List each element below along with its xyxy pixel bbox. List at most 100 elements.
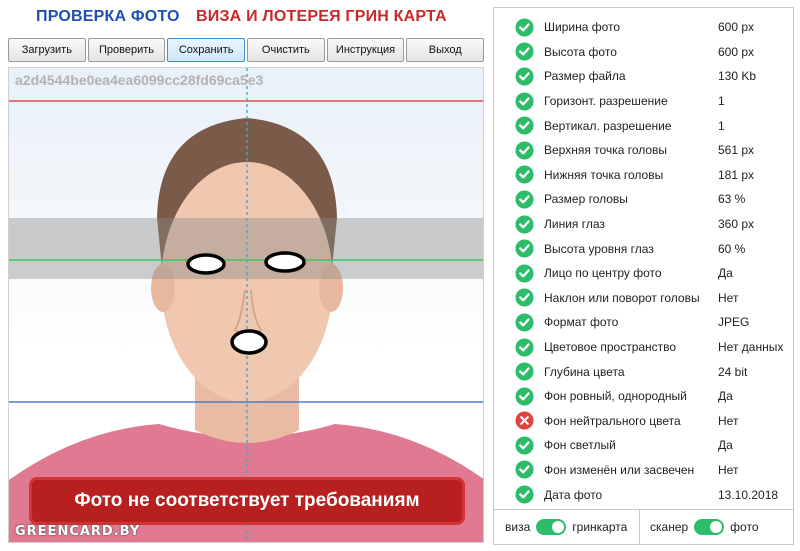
check-row: Цветовое пространство Нет данных [494, 335, 793, 360]
check-label: Размер головы [544, 192, 628, 207]
check-value: 60 % [718, 241, 746, 256]
source-toggle[interactable] [694, 519, 725, 535]
toggle-knob [710, 521, 723, 533]
check-row: Лицо по центру фото Да [494, 261, 793, 286]
check-label: Нижняя точка головы [544, 167, 664, 182]
check-circle-icon [515, 215, 534, 234]
face-photo [9, 68, 483, 542]
check-row: Нижняя точка головы 181 px [494, 163, 793, 188]
check-label: Фон ровный, однородный [544, 389, 687, 404]
check-value: 561 px [718, 143, 755, 158]
check-circle-icon [515, 18, 534, 37]
load-button[interactable]: Загрузить [8, 38, 86, 62]
toggle-knob [552, 521, 565, 533]
toolbar: Загрузить Проверить Сохранить Очистить И… [8, 38, 485, 62]
check-button[interactable]: Проверить [87, 38, 166, 62]
check-value: 63 % [718, 192, 746, 207]
check-row: Фон светлый Да [494, 433, 793, 458]
check-label: Линия глаз [544, 217, 605, 232]
check-value: 1 [718, 94, 725, 109]
check-circle-icon [515, 288, 534, 307]
face [161, 162, 333, 402]
check-circle-icon [515, 141, 534, 160]
app-subtitle: ВИЗА И ЛОТЕРЕЯ ГРИН КАРТА [196, 8, 447, 25]
check-circle-icon [515, 485, 534, 504]
check-circle-icon [515, 165, 534, 184]
mode-right-label: гринкарта [572, 520, 628, 534]
check-label: Размер файла [544, 69, 626, 84]
check-value: JPEG [718, 315, 750, 330]
check-row: Высота фото 600 px [494, 40, 793, 65]
check-circle-icon [515, 362, 534, 381]
check-row: Высота уровня глаз 60 % [494, 236, 793, 261]
mode-toggle[interactable] [536, 519, 567, 535]
check-value: Да [718, 266, 733, 281]
check-row: Фон изменён или засвечен Нет [494, 458, 793, 483]
check-results-panel: Ширина фото 600 px Высота фото 600 px Размер… [493, 7, 794, 545]
check-row: Размер головы 63 % [494, 187, 793, 212]
check-label: Лицо по центру фото [544, 266, 662, 281]
check-row: Фон нейтрального цвета Нет [494, 409, 793, 434]
app-title: ПРОВЕРКА ФОТО [36, 8, 180, 25]
check-value: 13.10.2018 [718, 487, 779, 502]
check-row: Дата фото 13.10.2018 [494, 482, 793, 507]
check-row: Вертикал. разрешение 1 [494, 113, 793, 138]
eye-right-marker [264, 251, 306, 273]
check-circle-icon [515, 436, 534, 455]
check-value: 130 Kb [718, 69, 757, 84]
check-circle-icon [515, 92, 534, 111]
check-label: Глубина цвета [544, 364, 625, 379]
check-value: 24 bit [718, 364, 748, 379]
check-circle-icon [515, 239, 534, 258]
cross-circle-icon [515, 411, 534, 430]
check-label: Цветовое пространство [544, 340, 677, 355]
photo-hash: a2d4544be0ea4ea6099cc28fd69ca5e3 [15, 72, 264, 88]
check-label: Высота фото [544, 44, 617, 59]
check-circle-icon [515, 387, 534, 406]
warning-banner: Фото не соответствует требованиям [29, 477, 465, 525]
source-left-label: сканер [650, 520, 689, 534]
check-label: Высота уровня глаз [544, 241, 654, 256]
check-label: Дата фото [544, 487, 603, 502]
check-value: Нет [718, 413, 739, 428]
check-value: Нет данных [718, 340, 784, 355]
save-button[interactable]: Сохранить [167, 38, 246, 62]
clear-button[interactable]: Очистить [247, 38, 325, 62]
mode-left-label: виза [505, 520, 531, 534]
toggle-bar: виза гринкарта сканер фото [494, 509, 793, 544]
check-label: Фон светлый [544, 438, 616, 453]
eye-left-marker [186, 253, 226, 275]
check-value: Да [718, 438, 733, 453]
photo-preview: a2d4544be0ea4ea6099cc28fd69ca5e3 Фото не… [8, 67, 484, 543]
check-circle-icon [515, 460, 534, 480]
check-row: Верхняя точка головы 561 px [494, 138, 793, 163]
check-circle-icon [515, 67, 534, 86]
check-value: Нет [718, 462, 739, 477]
check-value: Нет [718, 290, 739, 305]
check-value: 600 px [718, 20, 755, 35]
check-label: Фон нейтрального цвета [544, 413, 681, 428]
check-row: Размер файла 130 Kb [494, 64, 793, 89]
check-row: Формат фото JPEG [494, 310, 793, 335]
check-value: 360 px [718, 217, 755, 232]
check-label: Горизонт. разрешение [544, 94, 668, 109]
check-label: Верхняя точка головы [544, 143, 668, 158]
check-row: Наклон или поворот головы Нет [494, 286, 793, 311]
check-circle-icon [515, 313, 534, 332]
check-value: 181 px [718, 167, 755, 182]
check-value: 1 [718, 118, 725, 133]
check-label: Наклон или поворот головы [544, 290, 700, 305]
instructions-button[interactable]: Инструкция [326, 38, 405, 62]
check-label: Фон изменён или засвечен [544, 462, 695, 477]
source-toggle-group: сканер фото [639, 510, 759, 544]
watermark: GREENCARD.BY [15, 524, 141, 539]
check-circle-icon [515, 116, 534, 135]
check-results-list: Ширина фото 600 px Высота фото 600 px Размер… [494, 15, 793, 507]
source-right-label: фото [730, 520, 759, 534]
exit-button[interactable]: Выход [406, 38, 485, 62]
check-row: Горизонт. разрешение 1 [494, 89, 793, 114]
check-row: Фон ровный, однородный Да [494, 384, 793, 409]
mouth-marker [230, 329, 268, 355]
check-circle-icon [515, 337, 534, 357]
check-circle-icon [515, 190, 534, 209]
